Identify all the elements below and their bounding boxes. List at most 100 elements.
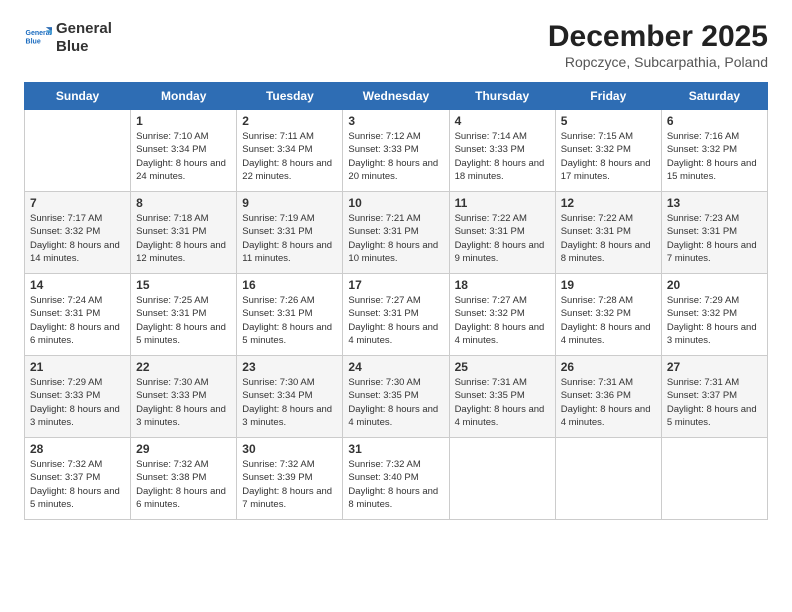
header-row: SundayMondayTuesdayWednesdayThursdayFrid…	[25, 83, 768, 110]
day-number: 18	[455, 278, 550, 292]
header-sunday: Sunday	[25, 83, 131, 110]
calendar-cell: 16 Sunrise: 7:26 AMSunset: 3:31 PMDayligh…	[237, 274, 343, 356]
calendar-cell: 29 Sunrise: 7:32 AMSunset: 3:38 PMDayligh…	[131, 438, 237, 520]
day-info: Sunrise: 7:17 AMSunset: 3:32 PMDaylight:…	[30, 212, 125, 265]
day-number: 30	[242, 442, 337, 456]
calendar-cell: 22 Sunrise: 7:30 AMSunset: 3:33 PMDayligh…	[131, 356, 237, 438]
day-info: Sunrise: 7:15 AMSunset: 3:32 PMDaylight:…	[561, 130, 656, 183]
day-info: Sunrise: 7:29 AMSunset: 3:32 PMDaylight:…	[667, 294, 762, 347]
day-info: Sunrise: 7:28 AMSunset: 3:32 PMDaylight:…	[561, 294, 656, 347]
day-number: 12	[561, 196, 656, 210]
calendar-cell: 28 Sunrise: 7:32 AMSunset: 3:37 PMDayligh…	[25, 438, 131, 520]
header-monday: Monday	[131, 83, 237, 110]
day-number: 19	[561, 278, 656, 292]
subtitle: Ropczyce, Subcarpathia, Poland	[548, 54, 768, 70]
day-info: Sunrise: 7:25 AMSunset: 3:31 PMDaylight:…	[136, 294, 231, 347]
calendar-cell: 12 Sunrise: 7:22 AMSunset: 3:31 PMDayligh…	[555, 192, 661, 274]
day-number: 22	[136, 360, 231, 374]
day-number: 13	[667, 196, 762, 210]
logo-text-line2: Blue	[56, 38, 112, 56]
calendar-cell	[555, 438, 661, 520]
week-row-3: 21 Sunrise: 7:29 AMSunset: 3:33 PMDayligh…	[25, 356, 768, 438]
day-number: 4	[455, 114, 550, 128]
day-number: 17	[348, 278, 443, 292]
day-info: Sunrise: 7:32 AMSunset: 3:38 PMDaylight:…	[136, 458, 231, 511]
day-number: 24	[348, 360, 443, 374]
day-info: Sunrise: 7:30 AMSunset: 3:35 PMDaylight:…	[348, 376, 443, 429]
day-number: 3	[348, 114, 443, 128]
calendar-cell: 10Sunrise: 7:21 AMSunset: 3:31 PMDayligh…	[343, 192, 449, 274]
day-info: Sunrise: 7:31 AMSunset: 3:35 PMDaylight:…	[455, 376, 550, 429]
day-info: Sunrise: 7:12 AMSunset: 3:33 PMDaylight:…	[348, 130, 443, 183]
day-number: 26	[561, 360, 656, 374]
day-info: Sunrise: 7:27 AMSunset: 3:31 PMDaylight:…	[348, 294, 443, 347]
day-number: 1	[136, 114, 231, 128]
header-saturday: Saturday	[661, 83, 767, 110]
logo: General Blue General Blue	[24, 20, 112, 56]
header-thursday: Thursday	[449, 83, 555, 110]
calendar-cell: 13 Sunrise: 7:23 AMSunset: 3:31 PMDayligh…	[661, 192, 767, 274]
day-info: Sunrise: 7:19 AMSunset: 3:31 PMDaylight:…	[242, 212, 337, 265]
calendar-cell: 18 Sunrise: 7:27 AMSunset: 3:32 PMDayligh…	[449, 274, 555, 356]
day-number: 21	[30, 360, 125, 374]
header-tuesday: Tuesday	[237, 83, 343, 110]
calendar-cell: 1 Sunrise: 7:10 AMSunset: 3:34 PMDaylight…	[131, 110, 237, 192]
calendar-cell	[661, 438, 767, 520]
calendar-cell: 24 Sunrise: 7:30 AMSunset: 3:35 PMDayligh…	[343, 356, 449, 438]
calendar-cell: 19 Sunrise: 7:28 AMSunset: 3:32 PMDayligh…	[555, 274, 661, 356]
day-info: Sunrise: 7:32 AMSunset: 3:37 PMDaylight:…	[30, 458, 125, 511]
logo-text-line1: General	[56, 20, 112, 38]
calendar-cell: 6 Sunrise: 7:16 AMSunset: 3:32 PMDaylight…	[661, 110, 767, 192]
day-info: Sunrise: 7:23 AMSunset: 3:31 PMDaylight:…	[667, 212, 762, 265]
day-number: 28	[30, 442, 125, 456]
day-number: 14	[30, 278, 125, 292]
calendar-cell	[449, 438, 555, 520]
calendar-cell: 8Sunrise: 7:18 AMSunset: 3:31 PMDaylight…	[131, 192, 237, 274]
day-info: Sunrise: 7:16 AMSunset: 3:32 PMDaylight:…	[667, 130, 762, 183]
day-number: 8	[136, 196, 231, 210]
day-number: 23	[242, 360, 337, 374]
calendar-cell: 21 Sunrise: 7:29 AMSunset: 3:33 PMDayligh…	[25, 356, 131, 438]
day-number: 25	[455, 360, 550, 374]
day-info: Sunrise: 7:32 AMSunset: 3:40 PMDaylight:…	[348, 458, 443, 511]
page-header: General Blue General Blue December 2025 …	[24, 20, 768, 70]
day-info: Sunrise: 7:27 AMSunset: 3:32 PMDaylight:…	[455, 294, 550, 347]
day-number: 11	[455, 196, 550, 210]
calendar-cell: 20 Sunrise: 7:29 AMSunset: 3:32 PMDayligh…	[661, 274, 767, 356]
day-info: Sunrise: 7:10 AMSunset: 3:34 PMDaylight:…	[136, 130, 231, 183]
week-row-2: 14Sunrise: 7:24 AMSunset: 3:31 PMDayligh…	[25, 274, 768, 356]
calendar-cell: 27 Sunrise: 7:31 AMSunset: 3:37 PMDayligh…	[661, 356, 767, 438]
day-number: 7	[30, 196, 125, 210]
main-title: December 2025	[548, 20, 768, 54]
day-number: 2	[242, 114, 337, 128]
calendar-cell: 31 Sunrise: 7:32 AMSunset: 3:40 PMDayligh…	[343, 438, 449, 520]
day-info: Sunrise: 7:22 AMSunset: 3:31 PMDaylight:…	[455, 212, 550, 265]
day-info: Sunrise: 7:30 AMSunset: 3:33 PMDaylight:…	[136, 376, 231, 429]
day-number: 16	[242, 278, 337, 292]
day-number: 6	[667, 114, 762, 128]
header-friday: Friday	[555, 83, 661, 110]
day-info: Sunrise: 7:31 AMSunset: 3:37 PMDaylight:…	[667, 376, 762, 429]
day-number: 20	[667, 278, 762, 292]
day-info: Sunrise: 7:29 AMSunset: 3:33 PMDaylight:…	[30, 376, 125, 429]
day-number: 29	[136, 442, 231, 456]
day-info: Sunrise: 7:26 AMSunset: 3:31 PMDaylight:…	[242, 294, 337, 347]
day-info: Sunrise: 7:11 AMSunset: 3:34 PMDaylight:…	[242, 130, 337, 183]
title-block: December 2025 Ropczyce, Subcarpathia, Po…	[548, 20, 768, 70]
calendar-cell: 5Sunrise: 7:15 AMSunset: 3:32 PMDaylight…	[555, 110, 661, 192]
calendar-cell: 7 Sunrise: 7:17 AMSunset: 3:32 PMDaylight…	[25, 192, 131, 274]
calendar-cell: 25 Sunrise: 7:31 AMSunset: 3:35 PMDayligh…	[449, 356, 555, 438]
day-number: 9	[242, 196, 337, 210]
week-row-4: 28 Sunrise: 7:32 AMSunset: 3:37 PMDayligh…	[25, 438, 768, 520]
calendar-cell: 30Sunrise: 7:32 AMSunset: 3:39 PMDayligh…	[237, 438, 343, 520]
day-number: 27	[667, 360, 762, 374]
calendar-cell: 9 Sunrise: 7:19 AMSunset: 3:31 PMDaylight…	[237, 192, 343, 274]
day-number: 15	[136, 278, 231, 292]
day-number: 31	[348, 442, 443, 456]
calendar-cell: 3 Sunrise: 7:12 AMSunset: 3:33 PMDaylight…	[343, 110, 449, 192]
day-info: Sunrise: 7:22 AMSunset: 3:31 PMDaylight:…	[561, 212, 656, 265]
calendar-cell: 26Sunrise: 7:31 AMSunset: 3:36 PMDayligh…	[555, 356, 661, 438]
day-number: 10	[348, 196, 443, 210]
day-info: Sunrise: 7:14 AMSunset: 3:33 PMDaylight:…	[455, 130, 550, 183]
calendar-cell	[25, 110, 131, 192]
